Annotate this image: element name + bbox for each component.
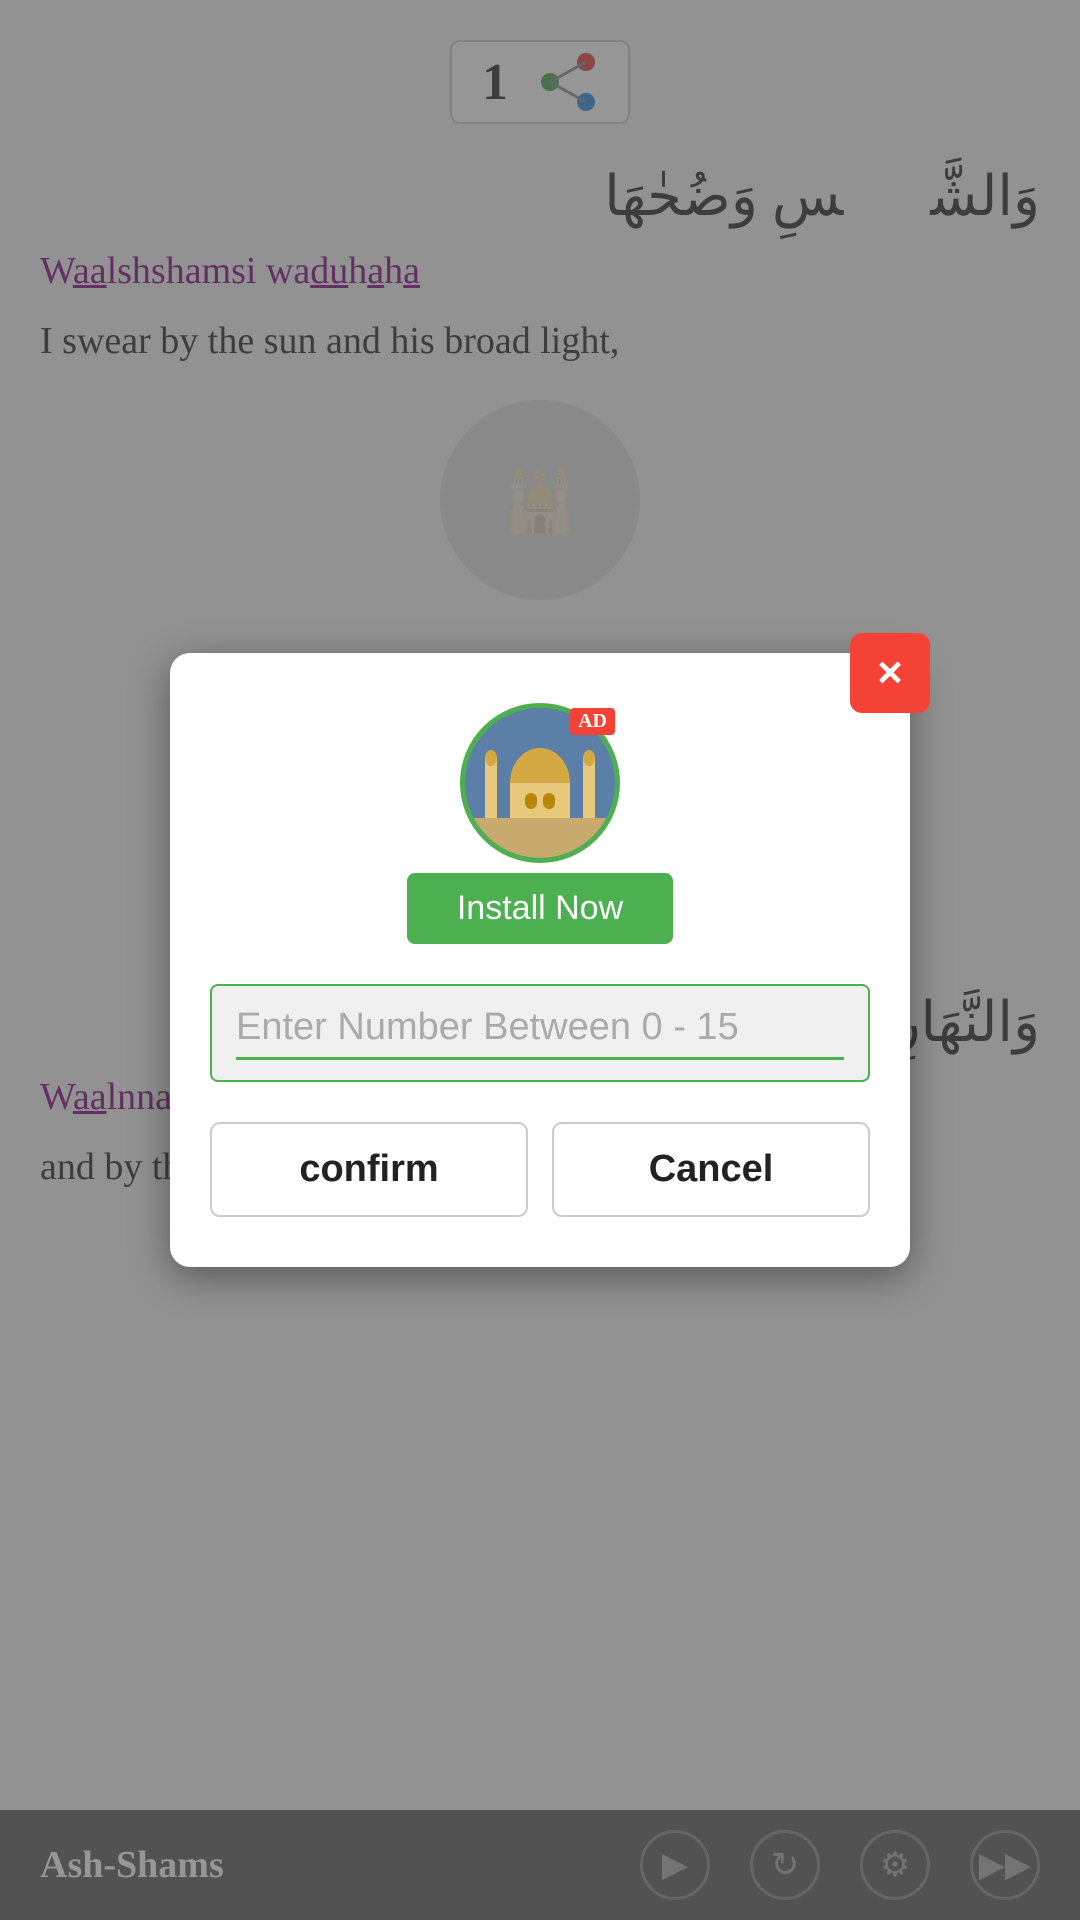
number-input[interactable] xyxy=(236,1006,844,1060)
confirm-button[interactable]: confirm xyxy=(210,1122,528,1217)
dialog-box: × xyxy=(170,653,910,1267)
close-icon: × xyxy=(877,648,903,698)
input-container xyxy=(210,984,870,1082)
ad-area: AD Install Now xyxy=(210,703,870,944)
install-now-button[interactable]: Install Now xyxy=(407,873,673,944)
ad-icon-container: AD xyxy=(460,703,620,863)
dialog-overlay: × xyxy=(0,0,1080,1920)
close-button[interactable]: × xyxy=(850,633,930,713)
ad-badge: AD xyxy=(570,708,615,735)
button-row: confirm Cancel xyxy=(210,1122,870,1217)
cancel-button[interactable]: Cancel xyxy=(552,1122,870,1217)
